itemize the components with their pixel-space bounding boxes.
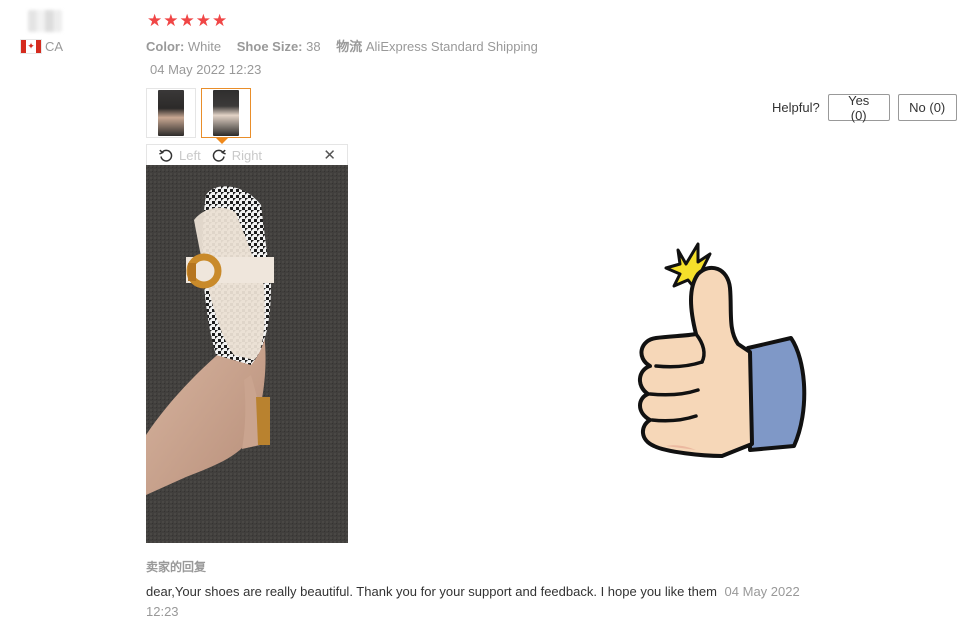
- photo-thumbnail[interactable]: [146, 88, 196, 138]
- star-icon: ★: [212, 11, 228, 30]
- helpful-yes-button[interactable]: Yes (0): [827, 93, 890, 123]
- shoe-size-value: 38: [306, 39, 321, 54]
- seller-reply-text: dear,Your shoes are really beautiful. Th…: [146, 584, 717, 599]
- helpful-vote: Helpful? Yes (0) No (0): [772, 93, 957, 123]
- star-icon: ★: [163, 11, 179, 30]
- star-rating: ★ ★ ★ ★ ★: [147, 11, 227, 30]
- review-photo: [146, 165, 348, 543]
- rotate-right-label: Right: [231, 147, 263, 163]
- review-body: ★ ★ ★ ★ ★ Color: White Shoe Size: 38 物流 …: [146, 0, 979, 626]
- star-icon: ★: [179, 11, 195, 30]
- photo-thumbnails: [146, 88, 251, 138]
- photo-viewer-toolbar: Left Right ✕: [146, 144, 348, 165]
- seller-reply-label: 卖家的回复: [146, 560, 207, 574]
- rotate-left-label: Left: [179, 147, 201, 163]
- rotate-right-icon: [212, 149, 226, 162]
- close-viewer-button[interactable]: ✕: [323, 148, 336, 163]
- reviewer-column: ✦ CA: [0, 0, 135, 626]
- order-attributes: Color: White Shoe Size: 38 物流 AliExpress…: [146, 36, 550, 55]
- rotate-left-button[interactable]: Left: [158, 147, 201, 163]
- shipping-value: AliExpress Standard Shipping: [365, 39, 538, 54]
- thumbnail-image: [213, 90, 239, 136]
- review-date: 04 May 2022 12:23: [150, 62, 262, 77]
- star-icon: ★: [195, 11, 211, 30]
- star-icon: ★: [147, 11, 163, 30]
- avatar: [28, 10, 62, 32]
- rotate-right-button[interactable]: Right: [211, 147, 262, 163]
- shoe-size-label: Shoe Size:: [236, 39, 303, 54]
- color-value: White: [187, 39, 222, 54]
- thumbs-up-sticker-icon: [638, 242, 807, 458]
- canada-flag-icon: ✦: [20, 39, 42, 54]
- thumbnail-image: [158, 90, 184, 136]
- color-label: Color:: [146, 39, 185, 54]
- country-code: CA: [45, 39, 64, 54]
- helpful-label: Helpful?: [772, 100, 820, 115]
- shipping-label: 物流: [336, 39, 363, 54]
- reviewer-country: ✦ CA: [20, 39, 63, 54]
- seller-reply: dear,Your shoes are really beautiful. Th…: [146, 582, 826, 622]
- shoe-photo-image: [146, 165, 348, 543]
- photo-thumbnail-selected[interactable]: [201, 88, 251, 138]
- rotate-left-icon: [159, 149, 173, 162]
- helpful-no-button[interactable]: No (0): [897, 94, 957, 121]
